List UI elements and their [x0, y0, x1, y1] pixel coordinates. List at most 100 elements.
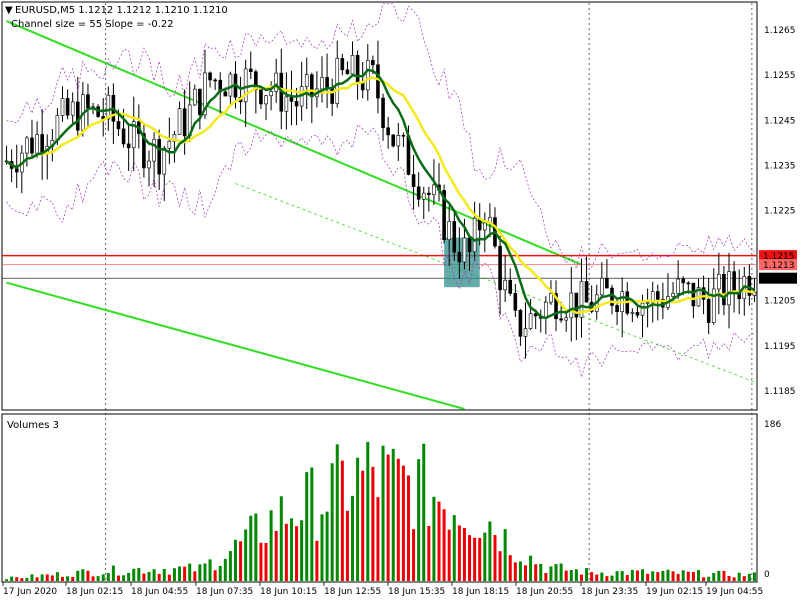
candle-body [549, 293, 553, 303]
candle-body [345, 69, 350, 75]
candle-body [483, 222, 487, 231]
candle-body [457, 251, 462, 263]
candle-body [325, 77, 329, 89]
candle-body [722, 273, 726, 306]
candle-body [335, 58, 340, 104]
candle-body [126, 143, 131, 149]
candle-body [86, 94, 90, 109]
candle-body [630, 311, 635, 314]
candle-body [35, 134, 39, 154]
channel-info-label: Channel size = 55 Slope = -0.22 [11, 19, 174, 30]
candle-body [25, 137, 29, 154]
candle-body [676, 278, 680, 294]
candle-body [681, 278, 686, 284]
candle-body [513, 293, 518, 311]
candle-body [284, 96, 289, 112]
price-tag-label: 1.1210 [763, 275, 795, 285]
time-tick: 18 Jun 02:15 [66, 587, 123, 597]
candle-body [391, 134, 396, 147]
candle-body [396, 135, 401, 147]
volume-max-label: 186 [764, 420, 781, 430]
price-tick: 1.1225 [764, 207, 796, 217]
candle-body [615, 305, 619, 313]
time-tick: 18 Jun 12:55 [324, 587, 381, 597]
candle-body [645, 302, 650, 304]
candle-body [559, 318, 563, 321]
candle-body [65, 98, 70, 116]
candle-body [182, 108, 187, 137]
time-axis: 17 Jun 2020 18 Jun 02:15 18 Jun 04:55 18… [2, 582, 763, 597]
price-tick: 1.1195 [764, 342, 796, 352]
candle-body [350, 55, 355, 75]
time-tick: 18 Jun 10:15 [260, 587, 317, 597]
price-tag-black: 1.1210 [759, 272, 797, 285]
candle-body [732, 271, 736, 292]
main-panel-frame [1, 1, 758, 411]
candle-body [121, 128, 126, 145]
candle-body [340, 58, 345, 71]
candle-body [243, 68, 248, 103]
candle-body [70, 101, 75, 116]
candle-body [635, 311, 640, 316]
candle-body [447, 221, 451, 241]
candle-body [462, 237, 467, 263]
price-tick: 1.1265 [764, 26, 796, 36]
candle-body [259, 89, 263, 105]
candle-body [411, 174, 416, 188]
price-tick: 1.1235 [764, 161, 796, 171]
time-tick: 18 Jun 04:55 [131, 587, 188, 597]
candle-body [294, 101, 299, 107]
candle-body [432, 184, 436, 195]
candle-body [264, 95, 268, 105]
candle-body [376, 64, 380, 99]
dropdown-triangle-icon[interactable]: ▼ [5, 5, 13, 16]
candle-body [75, 101, 80, 131]
candle-body [584, 281, 589, 303]
candle-body [192, 88, 197, 106]
candle-body [472, 217, 477, 253]
candle-body [518, 309, 523, 337]
candle-body [671, 293, 675, 297]
candle-body [467, 237, 472, 253]
candle-body [498, 245, 502, 291]
candle-body [523, 328, 528, 337]
candle-body [569, 292, 574, 319]
candle-body [310, 74, 314, 98]
time-tick: 19 Jun 02:15 [646, 587, 703, 597]
candle-body [304, 74, 309, 87]
volume-panel-title: Volumes 3 [7, 420, 59, 431]
candle-body [152, 139, 156, 162]
candle-body [116, 121, 121, 130]
candle-body [544, 301, 548, 319]
candle-body [421, 192, 426, 200]
candle-body [157, 139, 161, 175]
candle-body [503, 279, 507, 291]
candle-body [508, 279, 513, 294]
candle-body [717, 273, 721, 290]
candle-body [640, 302, 645, 316]
candle-body [365, 60, 370, 91]
chart-canvas: ▼ EURUSD,M5 1.1212 1.1212 1.1210 1.1210 … [1, 1, 797, 597]
price-tag-pink: 1.1213 [759, 259, 797, 271]
candle-body [213, 79, 217, 82]
time-tick: 18 Jun 07:35 [196, 587, 253, 597]
candle-body [427, 192, 431, 195]
candle-body [600, 277, 604, 296]
candle-body [564, 317, 569, 321]
volume-panel-frame [1, 413, 758, 583]
candle-body [269, 91, 273, 97]
price-tick: 1.1205 [764, 297, 796, 307]
price-axis: 1.1265 1.1255 1.1245 1.1235 1.1225 1.120… [764, 26, 796, 397]
candle-body [177, 108, 182, 135]
candle-body [274, 72, 278, 92]
time-tick: 18 Jun 23:35 [581, 587, 638, 597]
candle-body [106, 94, 111, 120]
candle-body [60, 98, 65, 116]
candle-body [198, 88, 202, 116]
candle-body [320, 77, 324, 90]
volume-zero-label: 0 [764, 570, 770, 580]
price-tags: 1.1215 1.1213 1.1210 [759, 250, 797, 285]
price-tick: 1.1185 [764, 387, 796, 397]
candle-body [706, 299, 711, 323]
candle-body [528, 313, 533, 329]
